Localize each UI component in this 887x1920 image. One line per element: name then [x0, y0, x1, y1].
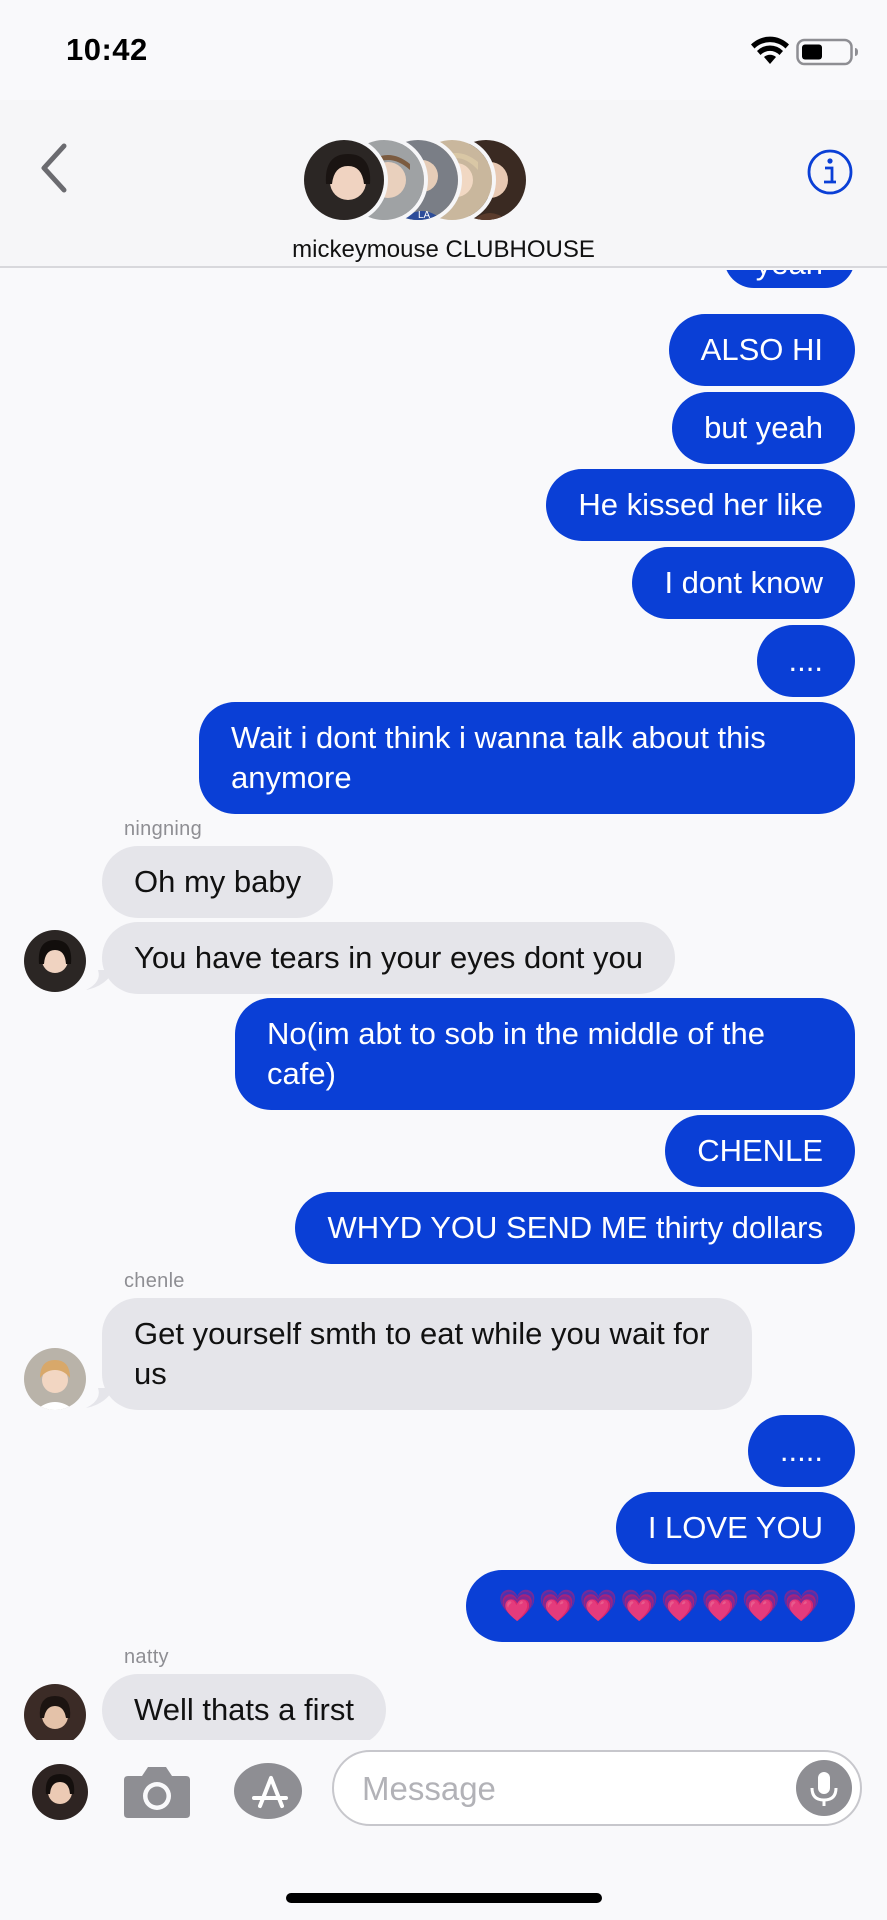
svg-text:LA: LA	[418, 210, 431, 221]
incoming-message[interactable]: Oh my baby	[102, 846, 334, 918]
message-thread[interactable]: yeah ALSO HI but yeah He kissed her like…	[0, 270, 887, 1740]
camera-icon[interactable]	[122, 1762, 192, 1820]
sender-name: natty	[124, 1646, 169, 1668]
outgoing-message[interactable]: Wait i dont think i wanna talk about thi…	[199, 702, 855, 814]
outgoing-message[interactable]: I dont know	[632, 547, 855, 619]
status-time: 10:42	[66, 32, 148, 67]
outgoing-message[interactable]: No(im abt to sob in the middle of the ca…	[235, 998, 855, 1110]
incoming-message[interactable]: Well thats a first	[102, 1674, 386, 1740]
battery-icon	[796, 38, 858, 66]
outgoing-message[interactable]: He kissed her like	[546, 469, 855, 541]
outgoing-message[interactable]: CHENLE	[665, 1115, 855, 1187]
message-field-container	[332, 1750, 862, 1826]
ningning-avatar[interactable]	[24, 930, 86, 992]
group-avatars[interactable]: LA	[300, 136, 530, 224]
outgoing-message[interactable]: ALSO HI	[668, 314, 855, 386]
outgoing-message[interactable]: ....	[756, 625, 855, 697]
natty-avatar[interactable]	[24, 1684, 86, 1740]
outgoing-message[interactable]: but yeah	[672, 392, 855, 464]
outgoing-message[interactable]: WHYD YOU SEND ME thirty dollars	[295, 1192, 855, 1264]
outgoing-message[interactable]: .....	[747, 1415, 855, 1487]
member-avatar	[300, 136, 388, 224]
bubble-tail	[86, 1388, 114, 1408]
home-indicator[interactable]	[286, 1893, 602, 1903]
wifi-icon	[751, 36, 789, 64]
memoji-avatar-button[interactable]	[32, 1764, 88, 1820]
chenle-avatar[interactable]	[24, 1348, 86, 1410]
outgoing-message[interactable]: 💗💗💗💗💗💗💗💗	[466, 1570, 855, 1642]
message-input[interactable]	[362, 1766, 762, 1812]
info-icon[interactable]	[806, 148, 854, 196]
bubble-tail	[86, 970, 114, 990]
app-store-icon[interactable]	[230, 1762, 302, 1820]
microphone-button[interactable]	[796, 1760, 852, 1816]
group-name[interactable]: mickeymouse CLUBHOUSE	[0, 236, 887, 264]
incoming-message[interactable]: Get yourself smth to eat while you wait …	[102, 1298, 752, 1410]
outgoing-message[interactable]: yeah	[723, 270, 855, 288]
conversation-header: LA mickeymouse CLUBHOUSE	[0, 100, 887, 268]
outgoing-message[interactable]: I LOVE YOU	[615, 1492, 855, 1564]
sender-name: chenle	[124, 1270, 185, 1292]
incoming-message[interactable]: You have tears in your eyes dont you	[102, 922, 675, 994]
sender-name: ningning	[124, 818, 203, 840]
microphone-icon	[810, 1772, 838, 1806]
back-chevron-icon[interactable]	[30, 138, 80, 198]
status-bar: 10:42	[0, 0, 887, 100]
